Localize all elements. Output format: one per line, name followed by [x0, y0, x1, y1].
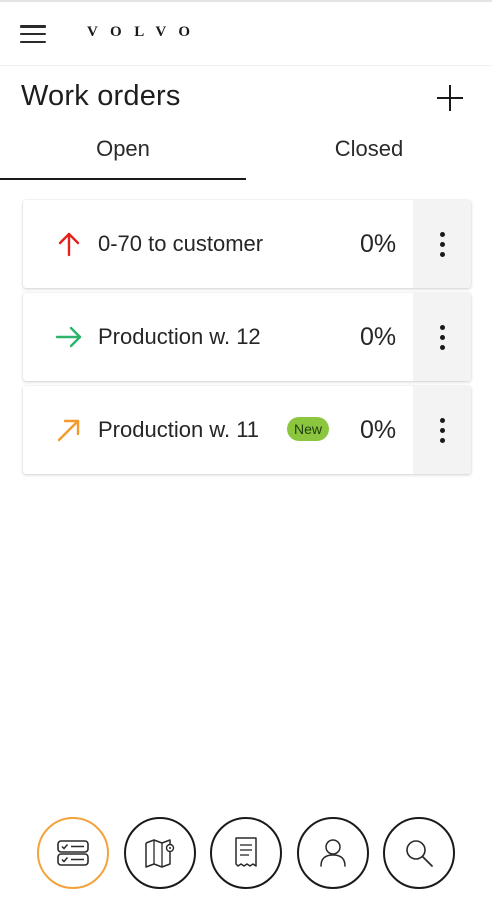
add-work-order-button[interactable]: [430, 78, 470, 118]
work-order-title: Production w. 12: [98, 324, 261, 349]
tab-closed[interactable]: Closed: [246, 126, 492, 180]
search-icon: [406, 840, 433, 867]
receipt-icon: [235, 837, 257, 867]
work-order-card[interactable]: Production w. 11 New 0%: [23, 386, 471, 474]
arrow-up-icon: [55, 230, 83, 258]
work-order-progress: 0%: [360, 416, 397, 444]
page-title: Work orders: [21, 80, 181, 112]
more-options-icon[interactable]: [413, 200, 471, 288]
app-screen: VOLVO Work orders Open Closed 0-70 to cu…: [0, 0, 492, 900]
more-options-icon[interactable]: [413, 386, 471, 474]
work-order-title: Production w. 11: [98, 417, 260, 442]
nav-profile[interactable]: [297, 817, 369, 889]
map-icon: [145, 839, 175, 868]
work-order-title: 0-70 to customer: [98, 231, 264, 256]
user-icon: [320, 839, 346, 867]
more-options-icon[interactable]: [413, 293, 471, 381]
bottom-navigation: [0, 817, 492, 893]
top-bar: VOLVO: [0, 2, 492, 66]
nav-map[interactable]: [124, 817, 196, 889]
work-order-progress: 0%: [360, 230, 397, 258]
work-order-card[interactable]: Production w. 12 0%: [23, 293, 471, 381]
hamburger-menu-icon[interactable]: [20, 24, 46, 44]
status-tabs: Open Closed: [0, 126, 492, 180]
tab-open[interactable]: Open: [0, 126, 246, 180]
work-order-card[interactable]: 0-70 to customer 0%: [23, 200, 471, 288]
arrow-right-icon: [55, 323, 83, 351]
arrow-up-right-icon: [55, 416, 83, 444]
work-orders-list-icon: [57, 840, 89, 866]
nav-search[interactable]: [383, 817, 455, 889]
nav-work-orders[interactable]: [37, 817, 109, 889]
work-order-progress: 0%: [360, 323, 397, 351]
new-badge: New: [287, 417, 330, 441]
work-order-list: 0-70 to customer 0% Production w. 12 0%: [23, 200, 471, 479]
plus-icon: [437, 85, 463, 111]
nav-receipts[interactable]: [210, 817, 282, 889]
brand-logo: VOLVO: [87, 24, 203, 40]
title-row: Work orders: [0, 66, 492, 124]
